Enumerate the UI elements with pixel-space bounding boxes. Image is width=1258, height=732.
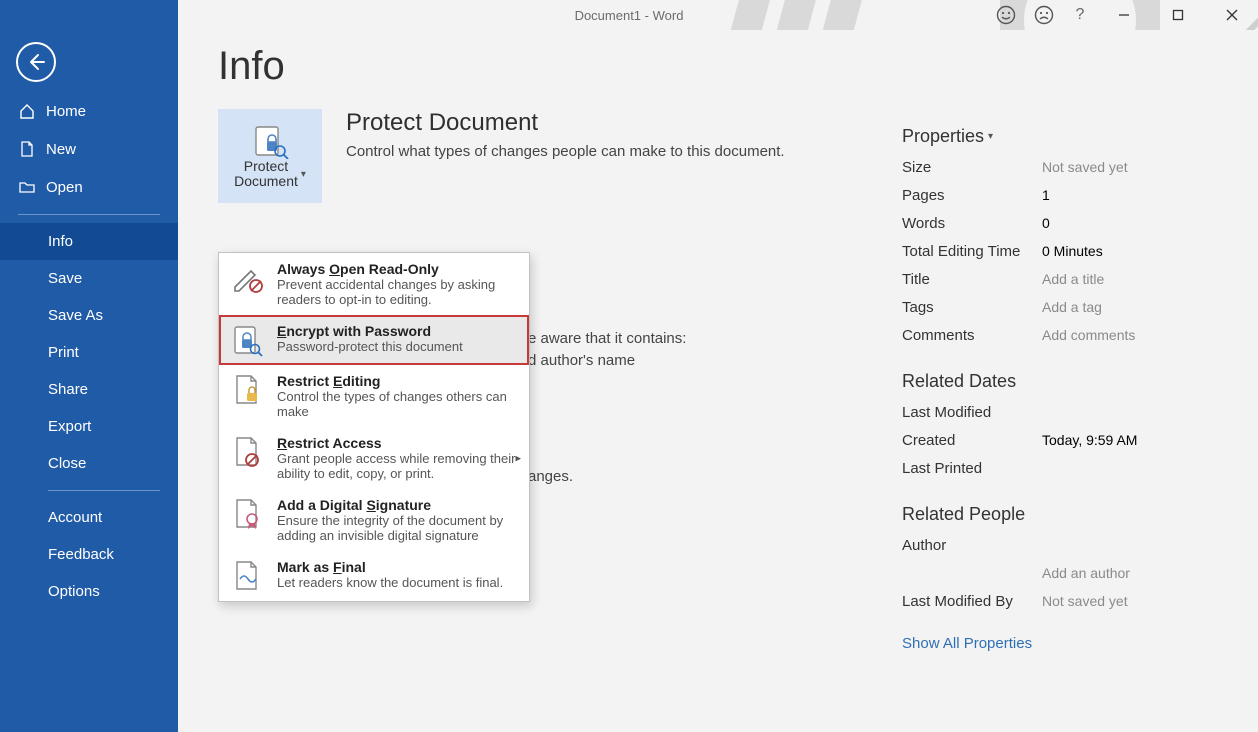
titlebar-controls: ? [994,0,1252,30]
nav-label: Share [48,381,88,398]
nav-close[interactable]: Close [0,445,178,482]
menu-mark-as-final[interactable]: Mark as Final Let readers know the docum… [219,551,529,601]
nav-feedback[interactable]: Feedback [0,536,178,573]
nav-label: Account [48,509,102,526]
prop-row-size: SizeNot saved yet [902,153,1232,181]
protect-document-menu: Always Open Read-Only Prevent accidental… [218,252,530,602]
titlebar: Document1 - Word ? [0,0,1258,30]
nav-save[interactable]: Save [0,260,178,297]
partial-text: anges. [528,468,573,485]
nav-label: Close [48,455,86,472]
prop-row-editing-time: Total Editing Time0 Minutes [902,237,1232,265]
protect-document-button[interactable]: Protect Document▾ [218,109,322,203]
document-icon [18,140,36,158]
prop-row-last-modified-by: Last Modified ByNot saved yet [902,587,1232,615]
pencil-block-icon [231,261,265,295]
nav-label: Save As [48,307,103,324]
prop-row-tags[interactable]: TagsAdd a tag [902,293,1232,321]
face-frown-icon[interactable] [1032,3,1056,27]
nav-label: Save [48,270,82,287]
document-title: Document1 - Word [575,8,684,23]
menu-encrypt-with-password[interactable]: Encrypt with Password Password-protect t… [219,315,529,365]
add-author-link[interactable]: Add an author [902,559,1232,587]
nav-info[interactable]: Info [0,223,178,260]
menu-item-desc: Grant people access while removing their… [277,451,517,481]
properties-panel: Properties▾ SizeNot saved yet Pages1 Wor… [902,126,1232,652]
nav-label: Info [48,233,73,250]
menu-restrict-access[interactable]: Restrict Access Grant people access whil… [219,427,529,489]
page-title: Info [218,44,1230,89]
document-lock-icon [231,373,265,407]
menu-always-open-read-only[interactable]: Always Open Read-Only Prevent accidental… [219,253,529,315]
nav-label: Home [46,103,86,120]
nav-share[interactable]: Share [0,371,178,408]
section-heading: Protect Document [346,109,785,137]
menu-item-desc: Control the types of changes others can … [277,389,517,419]
minimize-button[interactable] [1104,1,1144,29]
chevron-right-icon: ▸ [515,452,521,465]
document-block-icon [231,435,265,469]
home-icon [18,102,36,120]
prop-row-title[interactable]: TitleAdd a title [902,265,1232,293]
chevron-down-icon: ▾ [301,169,306,180]
backstage-sidebar: Home New Open Info Save Save As Print Sh… [0,0,178,732]
nav-label: Open [46,179,83,196]
nav-label: Print [48,344,79,361]
nav-separator [48,490,160,491]
folder-open-icon [18,178,36,196]
nav-home[interactable]: Home [0,92,178,130]
maximize-button[interactable] [1158,1,1198,29]
document-final-icon [231,559,265,593]
prop-row-created: CreatedToday, 9:59 AM [902,426,1232,454]
nav-label: Export [48,418,91,435]
face-smile-icon[interactable] [994,3,1018,27]
show-all-properties-link[interactable]: Show All Properties [902,635,1032,652]
nav-new[interactable]: New [0,130,178,168]
partial-text: d author's name [528,352,635,369]
help-icon[interactable]: ? [1070,6,1090,24]
nav-print[interactable]: Print [0,334,178,371]
menu-item-desc: Let readers know the document is final. [277,575,503,590]
chevron-down-icon: ▾ [988,131,993,142]
prop-row-last-modified: Last Modified [902,398,1232,426]
partial-text: e aware that it contains: [528,330,686,347]
menu-restrict-editing[interactable]: Restrict Editing Control the types of ch… [219,365,529,427]
prop-row-comments[interactable]: CommentsAdd comments [902,321,1232,349]
section-description: Control what types of changes people can… [346,143,785,160]
properties-heading[interactable]: Properties▾ [902,126,993,147]
related-people-heading: Related People [902,504,1232,525]
nav-list: Home New Open Info Save Save As Print Sh… [0,92,178,610]
shield-lock-icon [250,123,290,159]
menu-item-desc: Ensure the integrity of the document by … [277,513,517,543]
prop-row-pages: Pages1 [902,181,1232,209]
nav-open[interactable]: Open [0,168,178,206]
menu-item-desc: Prevent accidental changes by asking rea… [277,277,517,307]
document-ribbon-icon [231,497,265,531]
related-dates-heading: Related Dates [902,371,1232,392]
prop-row-words: Words0 [902,209,1232,237]
lock-search-icon [231,323,265,357]
nav-options[interactable]: Options [0,573,178,610]
nav-label: Feedback [48,546,114,563]
prop-row-last-printed: Last Printed [902,454,1232,482]
nav-account[interactable]: Account [0,499,178,536]
prop-row-author: Author [902,531,1232,559]
nav-label: Options [48,583,100,600]
menu-item-desc: Password-protect this document [277,339,463,354]
menu-add-digital-signature[interactable]: Add a Digital Signature Ensure the integ… [219,489,529,551]
nav-export[interactable]: Export [0,408,178,445]
protect-button-label: Protect Document [234,159,298,190]
nav-separator [18,214,160,215]
nav-label: New [46,141,76,158]
back-button[interactable] [16,42,56,82]
nav-save-as[interactable]: Save As [0,297,178,334]
close-button[interactable] [1212,1,1252,29]
